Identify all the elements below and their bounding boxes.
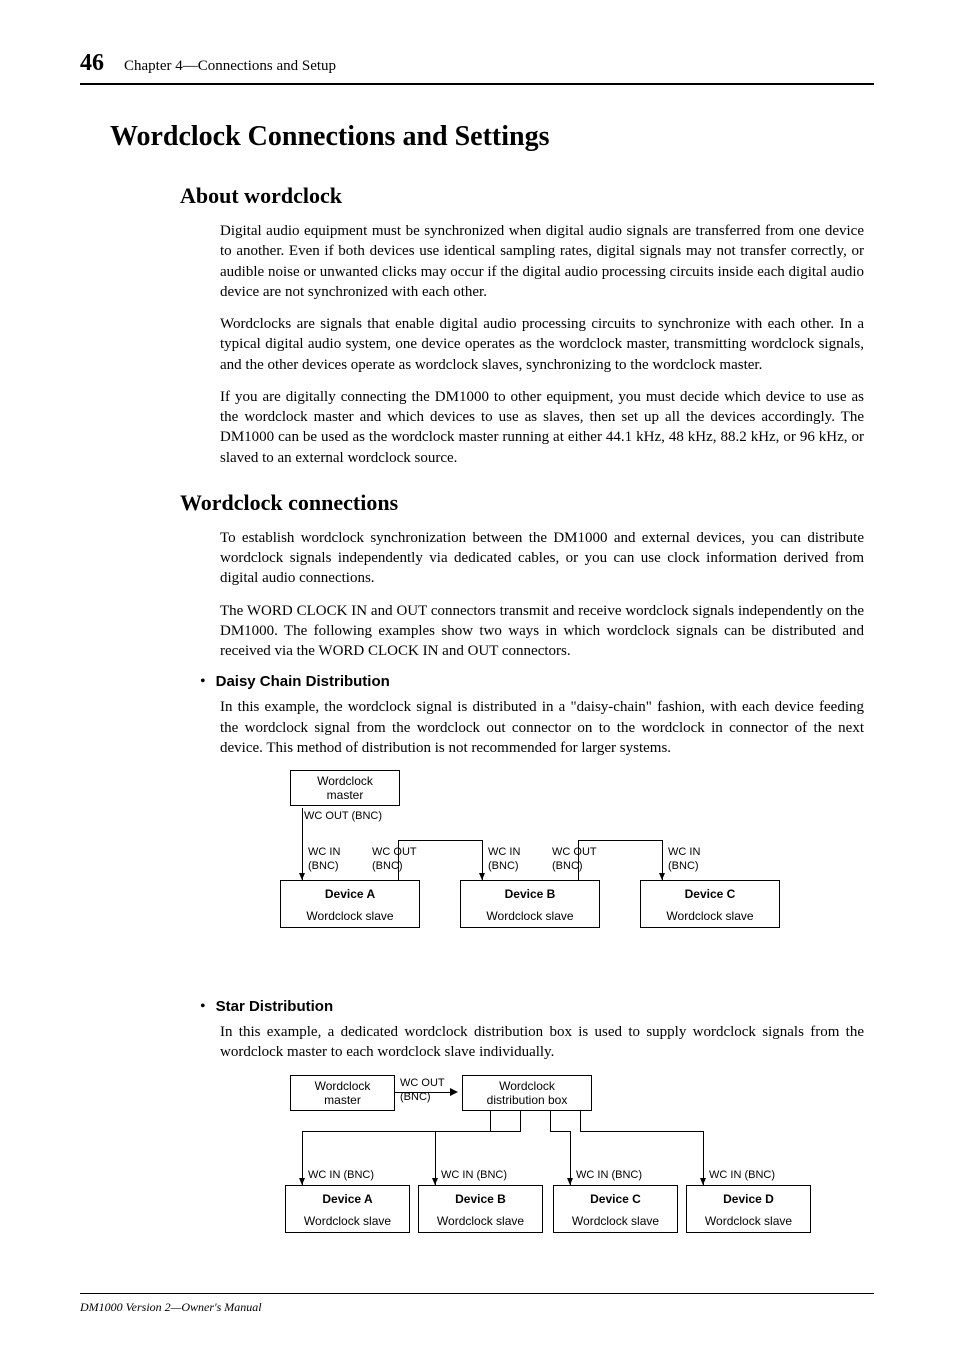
box-distribution: Wordclock distribution box: [462, 1075, 592, 1111]
chapter-title: Chapter 4—Connections and Setup: [124, 58, 336, 75]
label: distribution box: [487, 1093, 568, 1107]
label-wc-in-bnc: WC IN (BNC): [709, 1169, 775, 1181]
label-device: Device C: [554, 1192, 677, 1206]
line: [550, 1111, 551, 1131]
box-device-a: Device A Wordclock slave: [280, 880, 420, 928]
label-bnc: (BNC): [372, 860, 403, 872]
label: Wordclock: [499, 1079, 555, 1093]
label-bnc: (BNC): [552, 860, 583, 872]
line: [490, 1111, 491, 1131]
line: [550, 1131, 570, 1132]
arrow-icon: [450, 1088, 458, 1096]
bullet-star-distribution: • Star Distribution: [200, 998, 874, 1016]
label-wc-in-bnc: WC IN (BNC): [441, 1169, 507, 1181]
label-device: Device A: [281, 887, 419, 901]
arrow-icon: [302, 1131, 303, 1185]
label-bnc: (BNC): [668, 860, 699, 872]
box-device-a: Device A Wordclock slave: [285, 1185, 410, 1233]
label-slave: Wordclock slave: [281, 909, 419, 923]
label-bnc: (BNC): [308, 860, 339, 872]
paragraph: In this example, a dedicated wordclock d…: [220, 1022, 864, 1063]
paragraph: In this example, the wordclock signal is…: [220, 697, 864, 758]
paragraph: To establish wordclock synchronization b…: [220, 528, 864, 589]
line: [520, 1111, 521, 1131]
bullet-title: Star Distribution: [216, 998, 334, 1015]
line: [578, 840, 662, 841]
label-device: Device D: [687, 1192, 810, 1206]
label-device: Device C: [641, 887, 779, 901]
bullet-icon: •: [200, 998, 206, 1016]
paragraph: Digital audio equipment must be synchron…: [220, 221, 864, 302]
box-device-b: Device B Wordclock slave: [418, 1185, 543, 1233]
diagram-star-distribution: Wordclock master WC OUT (BNC) Wordclock …: [280, 1075, 840, 1265]
label-slave: Wordclock slave: [419, 1214, 542, 1228]
label-wc-in: WC IN: [668, 846, 700, 858]
label-device: Device A: [286, 1192, 409, 1206]
paragraph: The WORD CLOCK IN and OUT connectors tra…: [220, 601, 864, 662]
page-header: 46 Chapter 4—Connections and Setup: [80, 50, 874, 85]
bullet-daisy-chain: • Daisy Chain Distribution: [200, 673, 874, 691]
label-slave: Wordclock slave: [554, 1214, 677, 1228]
box-device-b: Device B Wordclock slave: [460, 880, 600, 928]
heading-wordclock-connections: Wordclock connections: [180, 490, 874, 516]
label-wc-in: WC IN: [488, 846, 520, 858]
footer-text: DM1000 Version 2—Owner's Manual: [80, 1300, 874, 1315]
box-wordclock-master: Wordclock master: [290, 770, 400, 806]
line: [580, 1111, 581, 1131]
bullet-icon: •: [200, 673, 206, 691]
label-slave: Wordclock slave: [461, 909, 599, 923]
label-device: Device B: [419, 1192, 542, 1206]
label-slave: Wordclock slave: [286, 1214, 409, 1228]
heading-main: Wordclock Connections and Settings: [110, 121, 874, 153]
diagram-daisy-chain: Wordclock master WC OUT (BNC) WC IN (BNC…: [280, 770, 840, 970]
line: [435, 1131, 521, 1132]
arrow-icon: [435, 1131, 436, 1185]
label-wc-in-bnc: WC IN (BNC): [576, 1169, 642, 1181]
label: Wordclock: [317, 774, 373, 788]
box-device-c: Device C Wordclock slave: [553, 1185, 678, 1233]
line: [398, 840, 482, 841]
label: master: [324, 1093, 361, 1107]
bullet-title: Daisy Chain Distribution: [216, 673, 390, 690]
box-device-d: Device D Wordclock slave: [686, 1185, 811, 1233]
label-bnc: (BNC): [488, 860, 519, 872]
arrow-icon: [482, 840, 483, 880]
footer-rule: [80, 1293, 874, 1294]
label: master: [327, 788, 364, 802]
arrow-icon: [302, 808, 303, 880]
label-wc-out: WC OUT: [372, 846, 417, 858]
arrow-icon: [570, 1131, 571, 1185]
label-wc-out-bnc: WC OUT (BNC): [304, 810, 382, 822]
label-slave: Wordclock slave: [641, 909, 779, 923]
heading-about-wordclock: About wordclock: [180, 183, 874, 209]
label: Wordclock: [315, 1079, 371, 1093]
line: [395, 1092, 450, 1093]
label-device: Device B: [461, 887, 599, 901]
label-wc-out: WC OUT: [552, 846, 597, 858]
paragraph: Wordclocks are signals that enable digit…: [220, 314, 864, 375]
arrow-icon: [662, 840, 663, 880]
label-wc-out: WC OUT: [400, 1077, 445, 1089]
label-wc-in-bnc: WC IN (BNC): [308, 1169, 374, 1181]
box-device-c: Device C Wordclock slave: [640, 880, 780, 928]
line: [580, 1131, 703, 1132]
label-wc-in: WC IN: [308, 846, 340, 858]
box-wordclock-master: Wordclock master: [290, 1075, 395, 1111]
paragraph: If you are digitally connecting the DM10…: [220, 387, 864, 468]
page-number: 46: [80, 50, 104, 77]
label-slave: Wordclock slave: [687, 1214, 810, 1228]
arrow-icon: [703, 1131, 704, 1185]
